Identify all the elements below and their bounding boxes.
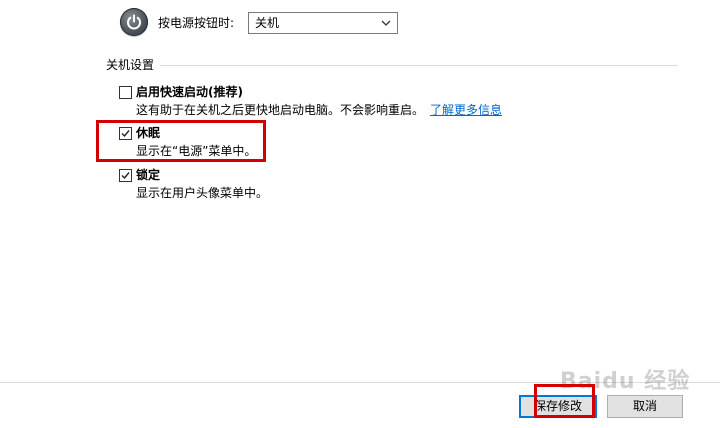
power-icon — [120, 8, 148, 36]
shutdown-settings-heading: 关机设置 — [106, 58, 155, 72]
hibernate-highlight-box — [96, 120, 266, 162]
power-button-label: 按电源按钮时: — [158, 16, 235, 30]
learn-more-link[interactable]: 了解更多信息 — [430, 103, 502, 117]
power-action-value: 关机 — [255, 16, 280, 30]
fast-startup-label[interactable]: 启用快速启动(推荐) — [136, 85, 243, 99]
fast-startup-description-text: 这有助于在关机之后更快地启动电脑。不会影响重启。 — [136, 103, 425, 117]
lock-label[interactable]: 锁定 — [136, 168, 160, 182]
fast-startup-description: 这有助于在关机之后更快地启动电脑。不会影响重启。 了解更多信息 — [136, 103, 502, 117]
cancel-button[interactable]: 取消 — [607, 395, 683, 418]
fast-startup-checkbox[interactable] — [119, 86, 132, 99]
power-action-select[interactable]: 关机 — [248, 12, 398, 34]
lock-description: 显示在用户头像菜单中。 — [136, 186, 269, 200]
checkmark-icon — [121, 172, 130, 180]
chevron-down-icon — [381, 20, 391, 26]
lock-checkbox[interactable] — [119, 169, 132, 182]
section-divider — [160, 65, 678, 66]
save-highlight-box — [534, 384, 595, 418]
